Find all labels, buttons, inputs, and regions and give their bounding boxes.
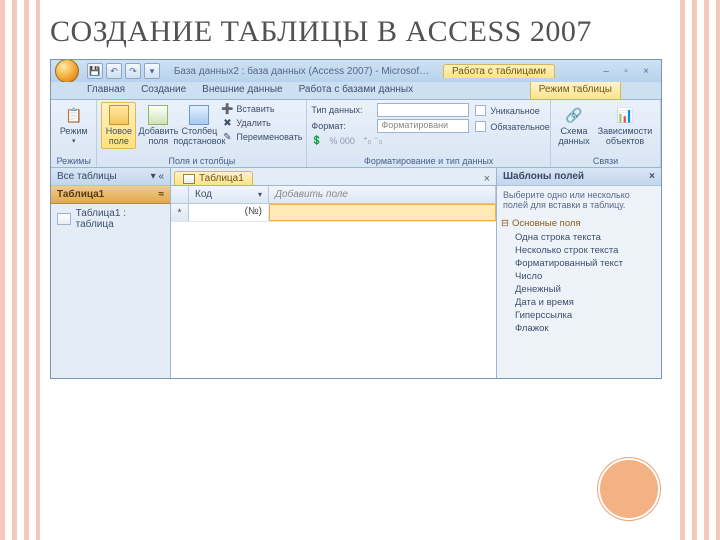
row-selector[interactable]: * <box>171 204 189 221</box>
select-all-cell[interactable] <box>171 186 189 203</box>
field-templates-tree: ⊟Основные поля Одна строка текста Нескол… <box>497 214 661 337</box>
contextual-tab-header: Работа с таблицами <box>443 64 555 78</box>
collapse-icon: ≈ <box>159 189 165 200</box>
datatype-label: Тип данных: <box>311 105 373 115</box>
nav-category[interactable]: Таблица1≈ <box>51 186 170 204</box>
format-select[interactable]: Форматировани <box>377 119 469 133</box>
datasheet-view-icon: 📋 <box>64 105 84 125</box>
template-item[interactable]: Несколько строк текста <box>501 244 657 257</box>
group-label: Режимы <box>55 155 92 167</box>
qat-customize-icon[interactable]: ▾ <box>144 63 160 79</box>
lookup-column-button[interactable]: Столбец подстановок <box>180 102 218 149</box>
number-format-buttons[interactable]: % 000 <box>329 136 355 146</box>
group-label: Поля и столбцы <box>101 155 302 167</box>
save-icon[interactable]: 💾 <box>87 63 103 79</box>
minimize-button[interactable]: – <box>599 66 613 77</box>
group-views: 📋 Режим ▾ Режимы <box>51 100 97 167</box>
title-bar: 💾 ↶ ↷ ▾ База данных2 : база данных (Acce… <box>51 60 661 82</box>
tab-home[interactable]: Главная <box>79 82 133 99</box>
new-record-row[interactable]: * (№) <box>171 204 496 222</box>
table-icon <box>183 174 195 184</box>
document-tabs: Таблица1 × <box>171 168 496 186</box>
relationships-button[interactable]: 🔗 Схема данных <box>555 102 593 149</box>
window-title: База данных2 : база данных (Access 2007)… <box>164 66 439 77</box>
group-fields-columns: Новое поле Добавить поля Столбец подстан… <box>97 100 307 167</box>
quick-access-toolbar: 💾 ↶ ↷ ▾ <box>87 63 160 79</box>
tab-datasheet[interactable]: Режим таблицы <box>530 82 621 99</box>
undo-icon[interactable]: ↶ <box>106 63 122 79</box>
chevron-down-icon: ▾ « <box>151 171 164 182</box>
group-formatting: Тип данных: Формат:Форматировани 💲% 000⁺… <box>307 100 551 167</box>
slide-title: СОЗДАНИЕ ТАБЛИЦЫ В ACCESS 2007 <box>0 0 720 59</box>
access-window: 💾 ↶ ↷ ▾ База данных2 : база данных (Acce… <box>50 59 662 379</box>
collapse-icon: ⊟ <box>501 218 509 229</box>
template-item[interactable]: Одна строка текста <box>501 231 657 244</box>
template-item[interactable]: Флажок <box>501 322 657 335</box>
rename-icon: ✎ <box>221 131 233 143</box>
dependencies-icon: 📊 <box>615 105 635 125</box>
template-item[interactable]: Гиперссылка <box>501 309 657 322</box>
taskpane-description: Выберите одно или несколько полей для вс… <box>497 186 661 214</box>
delete-icon: ✖ <box>221 117 233 129</box>
taskpane-header: Шаблоны полей × <box>497 168 661 186</box>
document-area: Таблица1 × Код▾ Добавить поле * (№) <box>171 168 496 378</box>
column-header-id[interactable]: Код▾ <box>189 186 269 203</box>
format-label: Формат: <box>311 121 373 131</box>
datasheet: Код▾ Добавить поле * (№) <box>171 186 496 378</box>
tab-create[interactable]: Создание <box>133 82 194 99</box>
insert-icon: ➕ <box>221 103 233 115</box>
new-field-button[interactable]: Новое поле <box>101 102 136 149</box>
field-templates-pane: Шаблоны полей × Выберите одно или нескол… <box>496 168 661 378</box>
navigation-pane: Все таблицы▾ « Таблица1≈ Таблица1 : табл… <box>51 168 171 378</box>
new-field-icon <box>109 105 129 125</box>
nav-pane-header[interactable]: Все таблицы▾ « <box>51 168 170 186</box>
tab-external-data[interactable]: Внешние данные <box>194 82 290 99</box>
ribbon: 📋 Режим ▾ Режимы Новое поле Добавить пол… <box>51 100 661 168</box>
template-item[interactable]: Форматированный текст <box>501 257 657 270</box>
ribbon-tabs: Главная Создание Внешние данные Работа с… <box>51 82 661 100</box>
office-button[interactable] <box>55 59 79 83</box>
tab-database-tools[interactable]: Работа с базами данных <box>291 82 422 99</box>
add-existing-fields-button[interactable]: Добавить поля <box>139 102 177 149</box>
group-label: Форматирование и тип данных <box>311 155 546 167</box>
group-relationships: 🔗 Схема данных 📊 Зависимости объектов Св… <box>551 100 661 167</box>
group-label: Связи <box>555 155 656 167</box>
unique-checkbox[interactable] <box>475 105 486 116</box>
required-label: Обязательное <box>490 122 549 132</box>
lookup-column-icon <box>189 105 209 125</box>
object-dependencies-button[interactable]: 📊 Зависимости объектов <box>596 102 654 149</box>
relationships-icon: 🔗 <box>564 105 584 125</box>
decorative-circle <box>598 458 660 520</box>
delete-button[interactable]: ✖Удалить <box>221 116 302 130</box>
document-tab-table1[interactable]: Таблица1 <box>174 171 253 185</box>
active-new-field-cell[interactable] <box>269 204 496 221</box>
insert-button[interactable]: ➕Вставить <box>221 102 302 116</box>
template-group-basic[interactable]: ⊟Основные поля <box>501 216 657 231</box>
table-icon <box>57 213 71 225</box>
add-fields-icon <box>148 105 168 125</box>
client-area: Все таблицы▾ « Таблица1≈ Таблица1 : табл… <box>51 168 661 378</box>
view-button[interactable]: 📋 Режим ▾ <box>55 102 92 148</box>
unique-label: Уникальное <box>490 106 539 116</box>
maximize-button[interactable]: ▫ <box>619 66 633 77</box>
template-item[interactable]: Число <box>501 270 657 283</box>
nav-item-table1[interactable]: Таблица1 : таблица <box>51 204 170 234</box>
add-new-field-column[interactable]: Добавить поле <box>269 186 496 203</box>
template-item[interactable]: Дата и время <box>501 296 657 309</box>
datatype-select[interactable] <box>377 103 469 117</box>
template-item[interactable]: Денежный <box>501 283 657 296</box>
close-document-button[interactable]: × <box>478 173 496 185</box>
close-button[interactable]: × <box>639 66 653 77</box>
cell-id[interactable]: (№) <box>189 204 269 221</box>
rename-button[interactable]: ✎Переименовать <box>221 130 302 144</box>
redo-icon[interactable]: ↷ <box>125 63 141 79</box>
close-pane-button[interactable]: × <box>649 171 655 182</box>
required-checkbox[interactable] <box>475 121 486 132</box>
